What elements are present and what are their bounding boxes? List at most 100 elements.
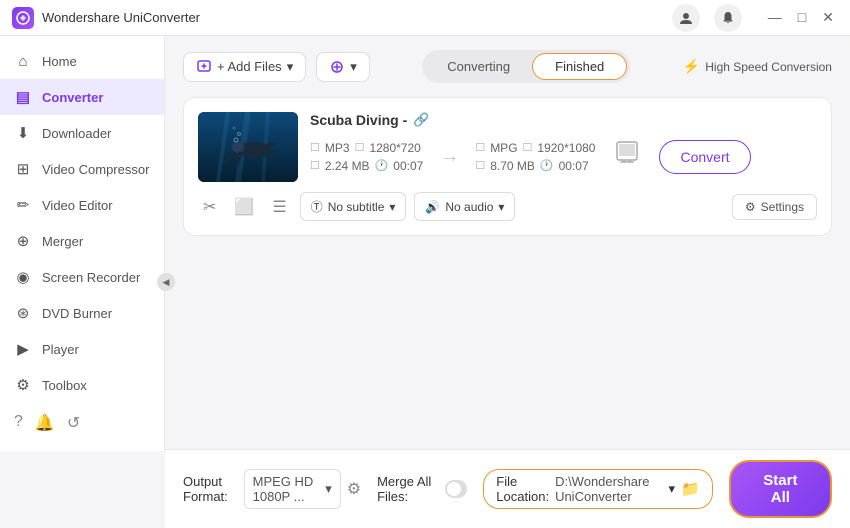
sidebar-item-merger[interactable]: ⊕ Merger: [0, 223, 164, 259]
file-card-top: Scuba Diving - 🔗 ☐ MP3 ☐ 1280*720: [198, 112, 817, 182]
arrow-icon: →: [431, 145, 467, 168]
sidebar-item-video-compressor[interactable]: ⊞ Video Compressor: [0, 151, 164, 187]
sidebar-label-downloader: Downloader: [42, 126, 111, 141]
add-dropdown-chevron: ▾: [287, 59, 294, 75]
file-info: Scuba Diving - 🔗 ☐ MP3 ☐ 1280*720: [310, 112, 817, 175]
file-thumbnail: [198, 112, 298, 182]
sidebar-item-player[interactable]: ▶ Player: [0, 331, 164, 367]
duration-icon: 🕐: [375, 159, 389, 172]
target-size: 8.70 MB: [490, 159, 535, 173]
file-card: Scuba Diving - 🔗 ☐ MP3 ☐ 1280*720: [183, 97, 832, 236]
sidebar-label-player: Player: [42, 342, 79, 357]
tab-converting[interactable]: Converting: [425, 53, 532, 80]
folder-icon[interactable]: 📁: [681, 480, 700, 498]
add-screen-label: ▾: [350, 59, 357, 75]
sidebar-label-dvd: DVD Burner: [42, 306, 112, 321]
notification-icon[interactable]: 🔔: [35, 413, 55, 433]
file-location-path: D:\Wondershare UniConverter: [555, 474, 662, 504]
merge-toggle[interactable]: [445, 480, 468, 498]
compressor-icon: ⊞: [14, 160, 32, 178]
sidebar-footer: ? 🔔 ↺: [0, 403, 164, 443]
minimize-button[interactable]: —: [764, 7, 786, 28]
home-icon: ⌂: [14, 53, 32, 70]
main-content: + Add Files ▾ ▾ Converting Finished ⚡ Hi…: [165, 36, 850, 528]
output-format-label: Output Format:: [183, 474, 238, 504]
bell-icon[interactable]: [714, 4, 742, 32]
cut-icon[interactable]: ✂: [198, 194, 221, 220]
format-icon: ☐: [310, 141, 320, 154]
close-button[interactable]: ✕: [818, 7, 838, 28]
audio-icon: 🔊: [425, 200, 440, 214]
source-duration: 00:07: [393, 159, 423, 173]
sidebar-label-compressor: Video Compressor: [42, 162, 149, 177]
loc-path-chevron: ▾: [669, 481, 676, 497]
source-size-row: ☐ 2.24 MB 🕐 00:07: [310, 159, 423, 173]
top-toolbar: + Add Files ▾ ▾ Converting Finished ⚡ Hi…: [165, 36, 850, 97]
target-format-row: ☐ MPG ☐ 1920*1080: [475, 141, 595, 155]
menu-icon[interactable]: ☰: [267, 194, 291, 220]
settings-gear-icon: ⚙: [745, 200, 756, 214]
high-speed-conversion-button[interactable]: ⚡ High Speed Conversion: [683, 58, 832, 75]
file-location-section: File Location: D:\Wondershare UniConvert…: [483, 469, 712, 509]
sidebar-item-downloader[interactable]: ⬇ Downloader: [0, 115, 164, 151]
player-icon: ▶: [14, 340, 32, 358]
file-actions: ✂ ⬜ ☰ Ⓣ No subtitle ▾ 🔊 No audio ▾: [198, 192, 817, 221]
help-icon[interactable]: ?: [14, 413, 23, 433]
subtitle-dropdown[interactable]: Ⓣ No subtitle ▾: [300, 192, 407, 221]
add-screen-button[interactable]: ▾: [316, 52, 370, 82]
sidebar-label-home: Home: [42, 54, 77, 69]
title-bar: Wondershare UniConverter — □ ✕: [0, 0, 850, 36]
target-format-icon: ☐: [475, 141, 485, 154]
audio-dropdown[interactable]: 🔊 No audio ▾: [414, 192, 515, 221]
settings-label: Settings: [761, 200, 804, 214]
output-format-section: Output Format: MPEG HD 1080P ... ▾ ⚙: [183, 469, 361, 509]
toolbox-icon: ⚙: [14, 376, 32, 394]
bottom-bar: Output Format: MPEG HD 1080P ... ▾ ⚙ Mer…: [165, 449, 850, 528]
target-resolution: 1920*1080: [537, 141, 595, 155]
start-all-button[interactable]: Start All: [729, 460, 832, 518]
source-format-row: ☐ MP3 ☐ 1280*720: [310, 141, 423, 155]
sidebar-item-home[interactable]: ⌂ Home: [0, 44, 164, 79]
target-duration: 00:07: [559, 159, 589, 173]
add-files-label: + Add Files: [217, 59, 282, 74]
target-duration-icon: 🕐: [540, 159, 554, 172]
sidebar-item-converter[interactable]: ▤ Converter: [0, 79, 164, 115]
tab-group: Converting Finished: [422, 50, 630, 83]
copy-icon[interactable]: ⬜: [229, 194, 259, 220]
edit-link-icon[interactable]: 🔗: [413, 112, 429, 128]
settings-button[interactable]: ⚙ Settings: [732, 194, 817, 220]
add-files-button[interactable]: + Add Files ▾: [183, 52, 306, 82]
target-size-row: ☐ 8.70 MB 🕐 00:07: [475, 159, 595, 173]
user-icon[interactable]: [672, 4, 700, 32]
format-settings-icon[interactable]: ⚙: [347, 479, 361, 499]
refresh-icon[interactable]: ↺: [67, 413, 80, 433]
output-format-select[interactable]: MPEG HD 1080P ... ▾: [244, 469, 341, 509]
merger-icon: ⊕: [14, 232, 32, 250]
dropdown-group: Ⓣ No subtitle ▾ 🔊 No audio ▾: [300, 192, 724, 221]
maximize-button[interactable]: □: [794, 7, 810, 28]
title-bar-controls: — □ ✕: [672, 4, 838, 32]
file-specs: ☐ MP3 ☐ 1280*720 ☐ 2.24 MB 🕐 00:07: [310, 138, 817, 175]
lightning-icon: ⚡: [683, 58, 700, 75]
audio-chevron: ▾: [498, 200, 504, 214]
dvd-icon: ⊛: [14, 304, 32, 322]
file-name: Scuba Diving - 🔗: [310, 112, 817, 128]
window-controls: — □ ✕: [764, 7, 838, 28]
file-location-label: File Location:: [496, 474, 549, 504]
subtitle-icon: Ⓣ: [311, 198, 323, 215]
merge-files-label: Merge All Files:: [377, 474, 436, 504]
target-format: MPG: [490, 141, 517, 155]
subtitle-label: No subtitle: [328, 200, 385, 214]
sidebar-label-recorder: Screen Recorder: [42, 270, 140, 285]
sidebar-item-dvd-burner[interactable]: ⊛ DVD Burner: [0, 295, 164, 331]
sidebar-item-video-editor[interactable]: ✏ Video Editor: [0, 187, 164, 223]
sidebar-item-screen-recorder[interactable]: ◉ Screen Recorder: [0, 259, 164, 295]
sidebar-collapse-button[interactable]: ◀: [157, 273, 175, 291]
sidebar-item-toolbox[interactable]: ⚙ Toolbox: [0, 367, 164, 403]
subtitle-chevron: ▾: [389, 200, 395, 214]
convert-button[interactable]: Convert: [659, 140, 750, 174]
app-body: ⌂ Home ▤ Converter ⬇ Downloader ⊞ Video …: [0, 36, 850, 528]
tab-finished[interactable]: Finished: [532, 53, 627, 80]
downloader-icon: ⬇: [14, 124, 32, 142]
sidebar-label-editor: Video Editor: [42, 198, 113, 213]
